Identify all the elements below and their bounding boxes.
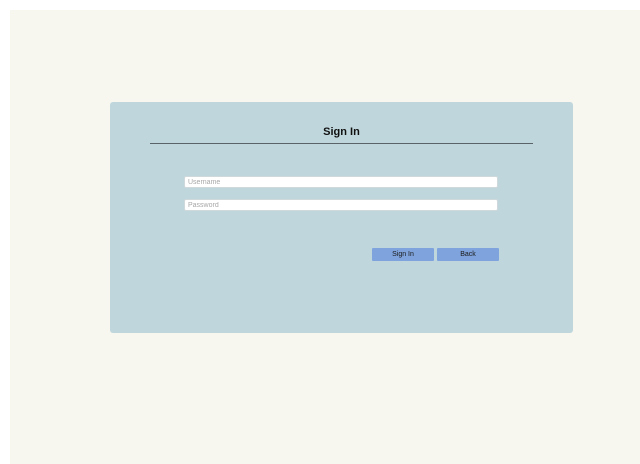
back-button[interactable]: Back [437,248,499,261]
page-background: Sign In Sign In Back [10,10,640,464]
username-input[interactable] [184,176,498,188]
title-divider [150,143,533,144]
sign-in-button[interactable]: Sign In [372,248,434,261]
sign-in-card: Sign In Sign In Back [110,102,573,333]
sign-in-title: Sign In [323,126,360,138]
password-input[interactable] [184,199,498,211]
